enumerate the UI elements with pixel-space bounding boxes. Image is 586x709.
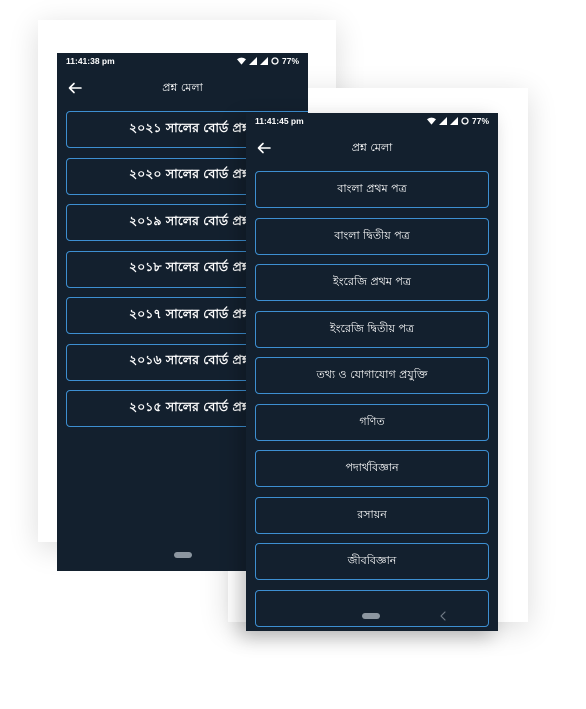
arrow-left-icon[interactable] [67,80,83,96]
list-item-math[interactable]: গণিত [255,403,489,441]
subject-list: বাংলা প্রথম পত্র বাংলা দ্বিতীয় পত্র ইংর… [255,171,489,631]
status-icons: 77% [426,116,489,126]
list-item-english-2nd[interactable]: ইংরেজি দ্বিতীয় পত্র [255,310,489,348]
battery-level: 77% [281,56,299,66]
signal-icon [438,117,447,125]
phone-screen-subjects: 11:41:45 pm 77% প্রশ্ন মেলা বাংলা প্রথম … [246,113,498,631]
list-item-physics[interactable]: পদার্থবিজ্ঞান [255,450,489,487]
list-item-chemistry[interactable]: রসায়ন [255,496,489,534]
status-bar: 11:41:45 pm 77% [246,113,498,129]
battery-icon [271,57,279,65]
home-gesture-pill[interactable] [362,613,380,619]
list-item-bangla-2nd[interactable]: বাংলা দ্বিতীয় পত্র [255,217,489,255]
page-title: প্রশ্ন মেলা [351,140,393,154]
app-bar: প্রশ্ন মেলা [246,131,498,165]
signal-icon [449,117,458,125]
page-title: প্রশ্ন মেলা [162,80,203,94]
list-item-ict[interactable]: তথ্য ও যোগাযোগ প্রযুক্তি [255,357,489,394]
status-bar: 11:41:38 pm 77% [57,53,308,69]
list-item-partial[interactable] [255,589,489,627]
app-bar: প্রশ্ন মেলা [57,71,308,105]
chevron-left-icon[interactable] [438,610,448,622]
wifi-icon [426,117,436,125]
list-item-biology[interactable]: জীববিজ্ঞান [255,543,489,580]
battery-icon [461,117,469,125]
signal-icon [248,57,257,65]
status-time: 11:41:45 pm [255,116,304,126]
status-icons: 77% [236,56,299,66]
arrow-left-icon[interactable] [256,140,272,156]
list-item-english-1st[interactable]: ইংরেজি প্রথম পত্র [255,264,489,301]
battery-level: 77% [471,116,489,126]
home-gesture-pill[interactable] [174,552,192,558]
signal-icon [259,57,268,65]
list-item-bangla-1st[interactable]: বাংলা প্রথম পত্র [255,171,489,208]
status-time: 11:41:38 pm [66,56,115,66]
wifi-icon [236,57,246,65]
